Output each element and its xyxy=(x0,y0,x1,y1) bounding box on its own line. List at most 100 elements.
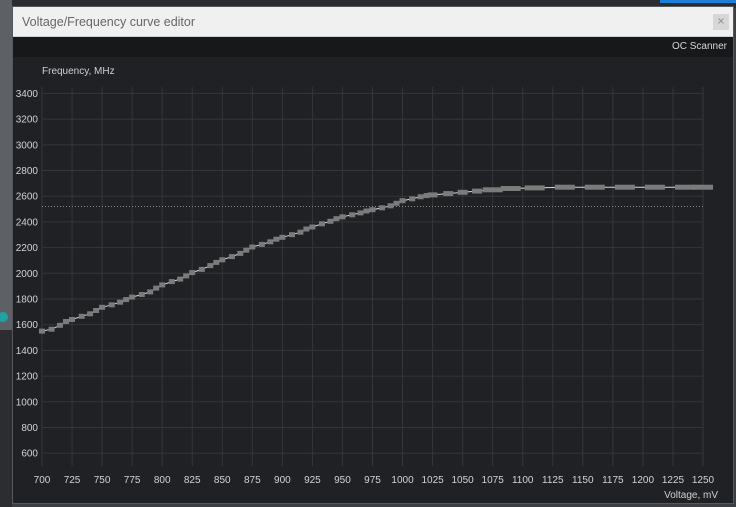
x-tick-label: 1225 xyxy=(662,475,685,486)
x-tick-label: 725 xyxy=(64,475,81,486)
curve-point[interactable] xyxy=(357,210,364,216)
curve-point[interactable] xyxy=(417,194,424,200)
curve-point[interactable] xyxy=(554,184,575,190)
curve-point[interactable] xyxy=(443,191,454,197)
x-tick-label: 1025 xyxy=(421,475,444,486)
x-tick-label: 900 xyxy=(274,475,291,486)
curve-point[interactable] xyxy=(48,326,55,332)
y-tick-label: 2600 xyxy=(16,192,39,203)
curve-point[interactable] xyxy=(675,184,695,190)
curve-point[interactable] xyxy=(472,188,483,194)
taskbar-accent xyxy=(660,0,736,3)
curve-point[interactable] xyxy=(273,236,280,242)
curve-point[interactable] xyxy=(500,186,521,191)
curve-point[interactable] xyxy=(339,214,346,220)
y-tick-label: 1000 xyxy=(16,397,39,408)
curve-point[interactable] xyxy=(297,229,304,235)
curve-point[interactable] xyxy=(99,304,106,310)
curve-point[interactable] xyxy=(117,299,124,305)
curve-point[interactable] xyxy=(168,279,175,285)
curve-point[interactable] xyxy=(427,192,438,198)
oc-scanner-button[interactable]: OC Scanner xyxy=(672,41,727,52)
y-tick-label: 1200 xyxy=(16,372,39,383)
window-title: Voltage/Frequency curve editor xyxy=(22,15,196,29)
x-tick-label: 1200 xyxy=(632,475,655,486)
curve-point[interactable] xyxy=(409,196,416,202)
curve-point[interactable] xyxy=(243,247,250,253)
chart-panel: Frequency, MHz 700 725 750 775 800 825 850 875 9… xyxy=(13,57,733,503)
curve-point[interactable] xyxy=(69,317,75,322)
curve-point[interactable] xyxy=(369,207,376,213)
curve-point[interactable] xyxy=(207,263,214,269)
y-tick-label: 800 xyxy=(21,423,38,434)
x-tick-label: 925 xyxy=(304,475,321,486)
curve-point[interactable] xyxy=(147,289,154,295)
curve-point[interactable] xyxy=(63,319,69,324)
curve-point[interactable] xyxy=(39,328,45,334)
curve-point[interactable] xyxy=(87,311,94,317)
curve-point[interactable] xyxy=(379,205,386,211)
curve-point[interactable] xyxy=(267,239,274,245)
curve-point[interactable] xyxy=(123,297,130,303)
curve-point[interactable] xyxy=(183,273,190,279)
curve-point[interactable] xyxy=(303,226,310,232)
y-tick-label: 3000 xyxy=(16,140,39,151)
x-tick-label: 800 xyxy=(154,475,171,486)
toolbar: OC Scanner xyxy=(13,37,733,57)
curve-point[interactable] xyxy=(138,292,145,297)
curve-point[interactable] xyxy=(129,294,136,300)
curve-point[interactable] xyxy=(524,185,545,191)
curve-point[interactable] xyxy=(219,257,226,263)
curve-point[interactable] xyxy=(644,184,665,190)
x-axis-title: Voltage, mV xyxy=(664,490,718,501)
curve-point[interactable] xyxy=(363,208,370,214)
curve-point[interactable] xyxy=(57,322,63,328)
x-tick-label: 775 xyxy=(124,475,141,486)
curve-point[interactable] xyxy=(333,216,340,222)
y-tick-label: 1800 xyxy=(16,294,39,305)
y-tick-label: 3400 xyxy=(16,89,39,100)
x-tick-label: 825 xyxy=(184,475,201,486)
curve-point[interactable] xyxy=(153,285,160,291)
curve-point[interactable] xyxy=(258,241,265,247)
y-tick-label: 600 xyxy=(21,449,38,460)
y-tick-label: 2400 xyxy=(16,217,39,228)
curve-point[interactable] xyxy=(93,308,100,313)
curve-point[interactable] xyxy=(289,232,295,238)
curve-point[interactable] xyxy=(159,282,166,288)
x-tick-label: 1150 xyxy=(572,475,594,486)
curve-point[interactable] xyxy=(327,218,334,224)
curve-point[interactable] xyxy=(237,250,244,256)
curve-point[interactable] xyxy=(78,313,85,319)
curve-point[interactable] xyxy=(387,203,394,209)
curve-point[interactable] xyxy=(399,198,406,204)
curve-point[interactable] xyxy=(177,276,184,282)
curve-point[interactable] xyxy=(279,234,286,240)
curve-point[interactable] xyxy=(584,184,605,190)
x-tick-label: 1250 xyxy=(692,475,715,486)
curve-point[interactable] xyxy=(213,259,220,265)
x-tick-label: 1125 xyxy=(542,475,564,486)
curve-point[interactable] xyxy=(319,221,325,227)
curve-point[interactable] xyxy=(693,184,713,190)
vf-curve-chart[interactable]: 700 725 750 775 800 825 850 875 900 925 950 975 1000… xyxy=(13,57,733,503)
curve-point[interactable] xyxy=(393,200,400,206)
x-tick-label: 950 xyxy=(334,475,351,486)
curve-point[interactable] xyxy=(189,270,196,276)
curve-point[interactable] xyxy=(198,266,205,272)
curve-point[interactable] xyxy=(249,244,256,250)
curve-point[interactable] xyxy=(309,224,316,230)
curve-point[interactable] xyxy=(349,212,356,218)
vf-curve-editor-window: Voltage/Frequency curve editor × OC Scan… xyxy=(12,6,734,504)
close-button[interactable]: × xyxy=(713,14,729,30)
x-tick-label: 700 xyxy=(34,475,51,486)
curve-point[interactable] xyxy=(228,254,235,260)
curve-point[interactable] xyxy=(108,302,115,308)
curve-point[interactable] xyxy=(482,187,503,193)
curve-point[interactable] xyxy=(457,189,468,195)
x-tick-label: 750 xyxy=(94,475,111,486)
curve-point[interactable] xyxy=(614,184,635,190)
y-tick-label: 2200 xyxy=(16,243,39,254)
x-tick-label: 1075 xyxy=(482,475,505,486)
title-bar[interactable]: Voltage/Frequency curve editor × xyxy=(13,7,733,37)
